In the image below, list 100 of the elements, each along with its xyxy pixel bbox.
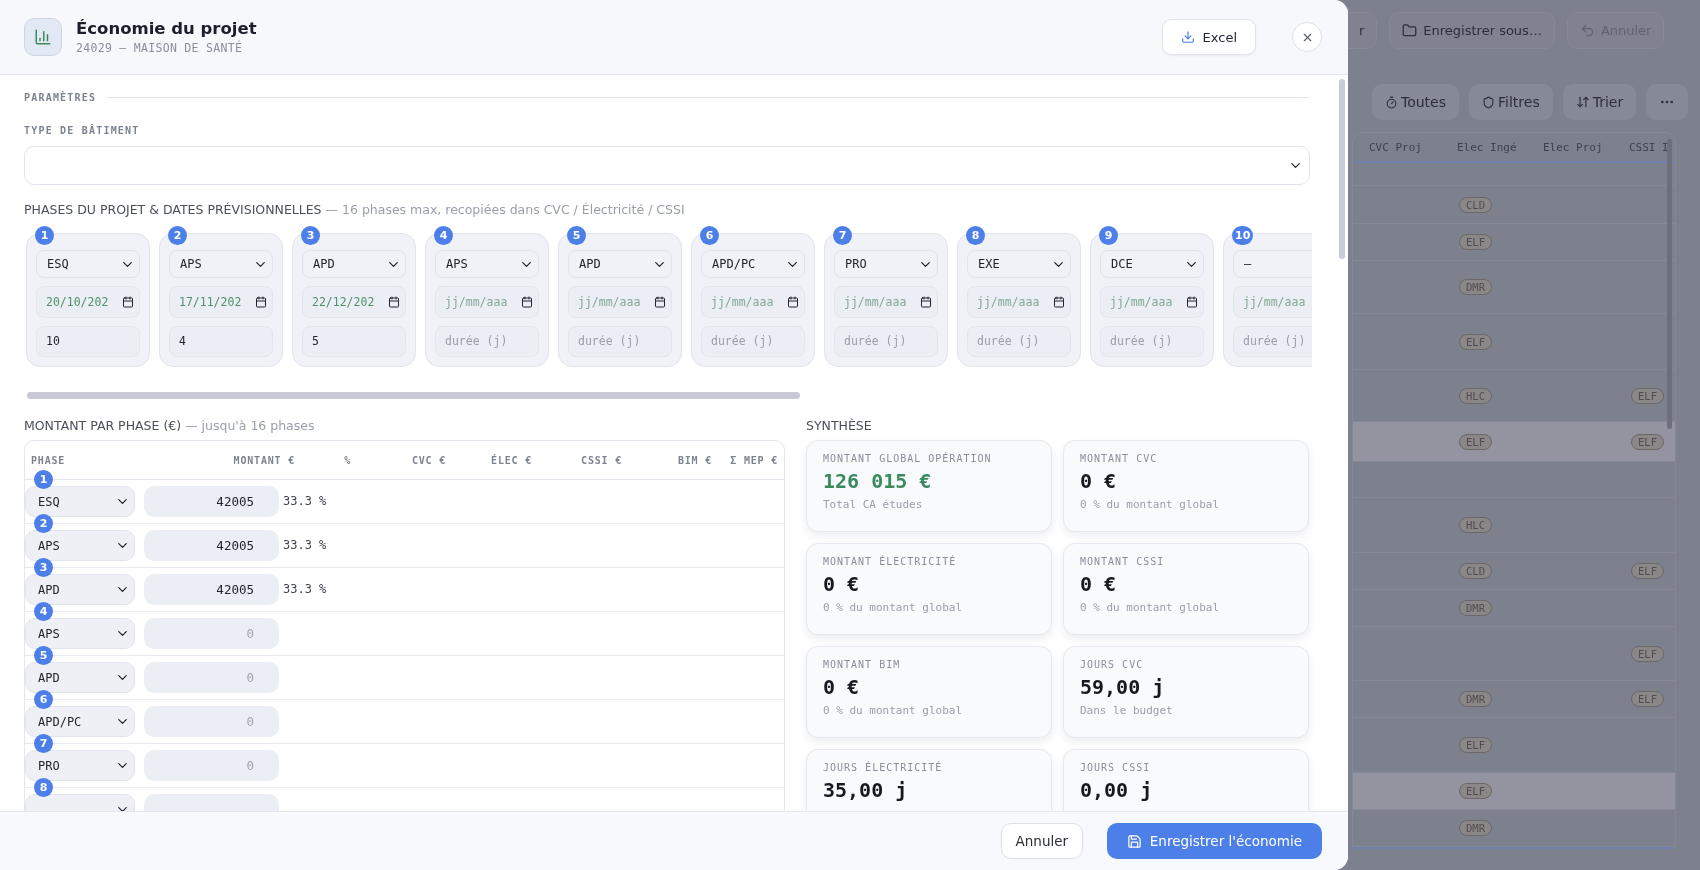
phase-select[interactable]: APS xyxy=(25,530,135,561)
amount-field[interactable]: 0 xyxy=(144,662,279,693)
phase-select[interactable]: APS xyxy=(169,250,273,279)
calendar-icon xyxy=(920,296,932,309)
duration-field[interactable]: 10 xyxy=(36,325,140,357)
duration-field[interactable]: durée (j) xyxy=(1100,325,1204,357)
table-row[interactable]: ELF xyxy=(1353,314,1675,370)
table-row[interactable]: ELF xyxy=(1353,627,1675,681)
scrollbar[interactable] xyxy=(1339,79,1345,259)
date-field[interactable]: jj/mm/aaa xyxy=(834,286,938,318)
amount-field[interactable]: 42005 xyxy=(144,574,279,605)
amount-field[interactable]: 0 xyxy=(144,618,279,649)
calendar-icon xyxy=(654,296,666,309)
filter-button[interactable]: Trier xyxy=(1562,84,1637,120)
table-row[interactable]: ELF ELF xyxy=(1353,422,1675,462)
phase-number: 10 xyxy=(1232,226,1254,245)
table-row[interactable]: DMR xyxy=(1353,261,1675,314)
phase-number: 5 xyxy=(567,226,586,245)
table-row[interactable]: ELF xyxy=(1353,773,1675,810)
calendar-icon xyxy=(255,296,267,309)
phase-select[interactable]: APD xyxy=(568,250,672,279)
section-title: SYNTHÈSE xyxy=(806,418,873,433)
phase-select[interactable]: ESQ xyxy=(36,250,140,279)
amount-field[interactable]: 0 xyxy=(144,750,279,781)
code-tag: ELF xyxy=(1459,783,1492,799)
filter-button[interactable]: Filtres xyxy=(1469,84,1553,120)
table-row[interactable]: CLD ELF xyxy=(1353,553,1675,590)
date-field[interactable]: 17/11/202 xyxy=(169,286,273,318)
date-field[interactable]: 20/10/202 xyxy=(36,286,140,318)
excel-button[interactable]: Excel xyxy=(1161,19,1256,55)
table-row[interactable]: HLC xyxy=(1353,498,1675,553)
table-row[interactable]: DMR ELF xyxy=(1353,681,1675,718)
calendar-icon xyxy=(1053,296,1065,309)
phase-select[interactable]: ESQ xyxy=(25,486,135,517)
phase-select[interactable]: APS xyxy=(435,250,539,279)
date-field[interactable]: jj/mm/aaa xyxy=(568,286,672,318)
phase-select[interactable]: — xyxy=(1233,250,1312,279)
table-row[interactable]: ELF xyxy=(1353,224,1675,261)
duration-field[interactable]: durée (j) xyxy=(435,325,539,357)
filter-button[interactable]: Toutes xyxy=(1372,84,1459,120)
duration-field[interactable]: durée (j) xyxy=(967,325,1071,357)
date-field[interactable]: jj/mm/aaa xyxy=(701,286,805,318)
table-row[interactable]: DMR xyxy=(1353,590,1675,627)
toolbar-button[interactable]: Enregistrer sous… xyxy=(1389,12,1555,49)
amount-field[interactable]: 0 xyxy=(144,706,279,737)
column-header: BIM € xyxy=(676,454,712,466)
stat-note: 0 % du montant global xyxy=(1080,498,1221,511)
folder-icon xyxy=(1402,23,1418,38)
calendar-icon xyxy=(787,296,799,309)
sort-icon xyxy=(1575,95,1590,109)
date-field[interactable]: jj/mm/aaa xyxy=(967,286,1071,318)
code-tag: DMR xyxy=(1459,279,1492,295)
duration-field[interactable]: 4 xyxy=(169,325,273,357)
phase-select[interactable]: APD xyxy=(25,662,135,693)
table-row[interactable]: CLD xyxy=(1353,186,1675,224)
code-tag: DMR xyxy=(1459,820,1492,836)
column-header: Elec Proj xyxy=(1543,140,1604,154)
date-field[interactable]: jj/mm/aaa xyxy=(435,286,539,318)
phase-select[interactable]: APS xyxy=(25,618,135,649)
chart-icon xyxy=(24,18,62,56)
phase-select[interactable]: EXE xyxy=(967,250,1071,279)
phase-select[interactable]: APD/PC xyxy=(25,706,135,737)
phase-select[interactable]: APD xyxy=(25,574,135,605)
duration-field[interactable]: durée (j) xyxy=(834,325,938,357)
phase-select[interactable]: PRO xyxy=(25,750,135,781)
phase-select[interactable]: DCE xyxy=(1100,250,1204,279)
scrollbar[interactable] xyxy=(27,392,800,399)
code-tag: ELF xyxy=(1459,333,1492,350)
calendar-icon xyxy=(1186,296,1198,309)
scrollbar[interactable] xyxy=(1667,139,1672,429)
building-type-select[interactable] xyxy=(24,146,1310,185)
date-field[interactable]: jj/mm/aaa xyxy=(1233,286,1312,318)
phase-select[interactable]: PRO xyxy=(834,250,938,279)
phase-select[interactable]: APD/PC xyxy=(701,250,805,279)
date-field[interactable]: 22/12/202 xyxy=(302,286,406,318)
duration-field[interactable]: durée (j) xyxy=(701,325,805,357)
stat-label: MONTANT CSSI xyxy=(1080,556,1166,567)
shield-icon xyxy=(1482,95,1495,109)
phase-select[interactable]: APD xyxy=(302,250,406,279)
phase-number: 4 xyxy=(434,226,453,245)
code-tag: DMR xyxy=(1459,691,1492,707)
duration-field[interactable]: durée (j) xyxy=(1233,325,1312,357)
undo-icon xyxy=(1579,23,1595,38)
duration-field[interactable]: durée (j) xyxy=(568,325,672,357)
phase-number: 1 xyxy=(35,226,54,245)
calendar-icon xyxy=(521,296,533,309)
cancel-button[interactable]: Annuler xyxy=(1000,823,1083,859)
timer-icon xyxy=(1385,95,1398,109)
amount-field[interactable]: 42005 xyxy=(144,530,279,561)
more-button[interactable] xyxy=(1646,84,1689,120)
code-tag: DMR xyxy=(1459,600,1492,616)
amount-field[interactable]: 42005 xyxy=(144,486,279,517)
stat-value: 0 € xyxy=(1080,469,1118,493)
code-tag: ELF xyxy=(1631,387,1664,404)
code-tag: HLC xyxy=(1459,387,1492,404)
stat-label: MONTANT ÉLECTRICITÉ xyxy=(823,556,958,567)
close-button[interactable] xyxy=(1292,22,1322,52)
date-field[interactable]: jj/mm/aaa xyxy=(1100,286,1204,318)
duration-field[interactable]: 5 xyxy=(302,325,406,357)
save-button[interactable]: Enregistrer l'économie xyxy=(1106,823,1322,859)
